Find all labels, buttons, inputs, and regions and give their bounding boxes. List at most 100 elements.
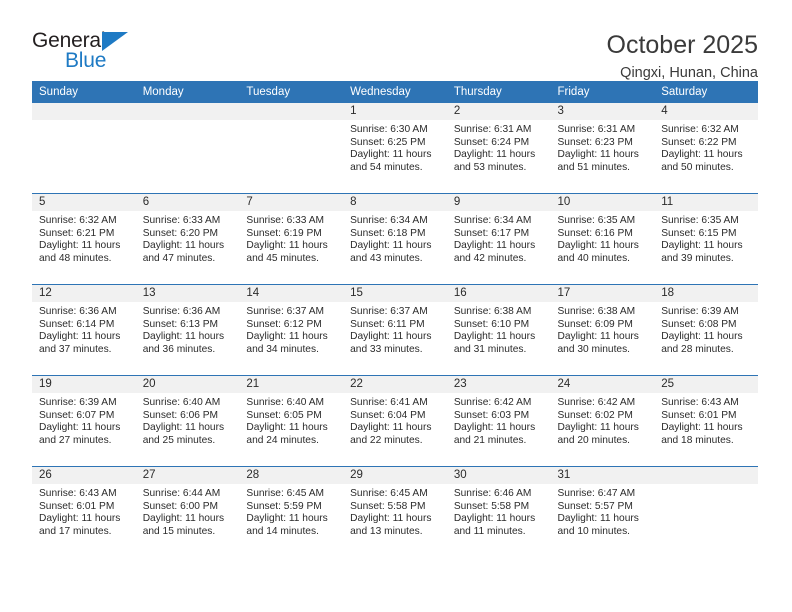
day-sunrise-text: Sunrise: 6:35 AM — [557, 215, 636, 226]
calendar-day-cell[interactable]: 13 Sunrise: 6:36 AM Sunset: 6:13 PM Dayligh… — [135, 285, 240, 376]
calendar-day-cell[interactable]: 22 Sunrise: 6:41 AM Sunset: 6:04 PM Dayligh… — [343, 376, 447, 467]
day-cell-inner: 1 Sunrise: 6:30 AM Sunset: 6:25 PM Daylight… — [343, 103, 447, 193]
day-number — [135, 103, 240, 120]
day-daylight2-text: and 53 minutes. — [453, 161, 527, 173]
calendar-day-cell — [239, 103, 344, 194]
day-daylight1-text: Daylight: 11 hours — [453, 240, 536, 252]
calendar-day-cell[interactable]: 25 Sunrise: 6:43 AM Sunset: 6:01 PM Dayligh… — [654, 376, 758, 467]
day-sunrise-text: Sunrise: 6:38 AM — [453, 306, 532, 317]
day-sun-info: Sunrise: 6:41 AM Sunset: 6:04 PM Daylight:… — [343, 393, 447, 447]
calendar-day-cell[interactable]: 26 Sunrise: 6:43 AM Sunset: 6:01 PM Dayligh… — [32, 467, 136, 558]
day-sunrise-text: Sunrise: 6:32 AM — [661, 124, 739, 135]
weekday-header-row: Sunday Monday Tuesday Wednesday Thursday… — [32, 81, 758, 103]
day-sun-info: Sunrise: 6:45 AM Sunset: 5:58 PM Daylight:… — [343, 484, 447, 538]
day-daylight2-text: and 36 minutes. — [142, 343, 216, 355]
day-sun-info: Sunrise: 6:40 AM Sunset: 6:06 PM Daylight:… — [136, 393, 240, 447]
calendar-day-cell[interactable]: 9 Sunrise: 6:34 AM Sunset: 6:17 PM Daylight… — [446, 194, 551, 285]
calendar-day-cell[interactable]: 11 Sunrise: 6:35 AM Sunset: 6:15 PM Dayligh… — [654, 194, 758, 285]
calendar-day-cell[interactable]: 6 Sunrise: 6:33 AM Sunset: 6:20 PM Daylight… — [135, 194, 240, 285]
day-cell-inner: 10 Sunrise: 6:35 AM Sunset: 6:16 PM Dayligh… — [550, 194, 655, 284]
day-daylight2-text: and 54 minutes. — [350, 161, 423, 173]
day-sunrise-text: Sunrise: 6:43 AM — [661, 397, 739, 408]
calendar-day-cell — [654, 467, 758, 558]
day-daylight2-text: and 39 minutes. — [661, 252, 734, 264]
calendar-day-cell[interactable]: 24 Sunrise: 6:42 AM Sunset: 6:02 PM Dayligh… — [550, 376, 655, 467]
day-sunrise-text: Sunrise: 6:47 AM — [557, 488, 636, 499]
day-daylight1-text: Daylight: 11 hours — [557, 240, 639, 252]
calendar-day-cell[interactable]: 14 Sunrise: 6:37 AM Sunset: 6:12 PM Dayligh… — [239, 285, 344, 376]
day-daylight2-text: and 31 minutes. — [453, 343, 527, 355]
calendar-day-cell[interactable]: 20 Sunrise: 6:40 AM Sunset: 6:06 PM Dayligh… — [135, 376, 240, 467]
calendar-day-cell[interactable]: 18 Sunrise: 6:39 AM Sunset: 6:08 PM Dayligh… — [654, 285, 758, 376]
calendar-day-cell[interactable]: 10 Sunrise: 6:35 AM Sunset: 6:16 PM Dayligh… — [550, 194, 655, 285]
calendar-day-cell[interactable]: 19 Sunrise: 6:39 AM Sunset: 6:07 PM Dayligh… — [32, 376, 136, 467]
day-sunset-text: Sunset: 6:13 PM — [142, 318, 219, 330]
day-daylight1-text: Daylight: 11 hours — [661, 331, 743, 343]
day-number: 26 — [32, 467, 136, 484]
day-daylight2-text: and 22 minutes. — [350, 434, 423, 446]
day-sun-info: Sunrise: 6:36 AM Sunset: 6:14 PM Daylight:… — [32, 302, 136, 356]
weekday-header-saturday: Saturday — [654, 81, 758, 103]
day-cell-inner: 5 Sunrise: 6:32 AM Sunset: 6:21 PM Daylight… — [32, 194, 136, 284]
day-sunset-text: Sunset: 5:58 PM — [453, 500, 530, 512]
day-daylight2-text: and 43 minutes. — [350, 252, 423, 264]
day-sun-info: Sunrise: 6:31 AM Sunset: 6:23 PM Daylight:… — [551, 120, 655, 174]
day-sunrise-text: Sunrise: 6:42 AM — [557, 397, 636, 408]
day-cell-inner: 25 Sunrise: 6:43 AM Sunset: 6:01 PM Dayligh… — [654, 376, 758, 466]
day-sunrise-text: Sunrise: 6:34 AM — [350, 215, 428, 226]
day-sunrise-text: Sunrise: 6:37 AM — [350, 306, 428, 317]
calendar-day-cell[interactable]: 7 Sunrise: 6:33 AM Sunset: 6:19 PM Daylight… — [239, 194, 344, 285]
day-daylight1-text: Daylight: 11 hours — [39, 422, 121, 434]
day-sunset-text: Sunset: 5:57 PM — [557, 500, 633, 512]
day-number: 29 — [343, 467, 447, 484]
day-daylight2-text: and 10 minutes. — [557, 525, 631, 537]
brand-logo[interactable]: General Blue — [32, 30, 140, 76]
calendar-day-cell[interactable]: 23 Sunrise: 6:42 AM Sunset: 6:03 PM Dayligh… — [446, 376, 551, 467]
calendar-day-cell[interactable]: 15 Sunrise: 6:37 AM Sunset: 6:11 PM Dayligh… — [343, 285, 447, 376]
day-number: 19 — [32, 376, 136, 393]
day-number: 7 — [239, 194, 344, 211]
day-daylight1-text: Daylight: 11 hours — [246, 331, 328, 343]
day-sunrise-text: Sunrise: 6:40 AM — [142, 397, 221, 408]
day-daylight1-text: Daylight: 11 hours — [557, 513, 639, 525]
day-cell-inner: 11 Sunrise: 6:35 AM Sunset: 6:15 PM Dayligh… — [654, 194, 758, 284]
day-sun-info: Sunrise: 6:33 AM Sunset: 6:20 PM Daylight:… — [136, 211, 240, 265]
day-number — [654, 467, 758, 484]
day-cell-inner: 27 Sunrise: 6:44 AM Sunset: 6:00 PM Dayligh… — [135, 467, 240, 557]
day-cell-inner: 29 Sunrise: 6:45 AM Sunset: 5:58 PM Dayligh… — [343, 467, 447, 557]
calendar-day-cell[interactable]: 2 Sunrise: 6:31 AM Sunset: 6:24 PM Daylight… — [446, 103, 551, 194]
calendar-day-cell[interactable]: 1 Sunrise: 6:30 AM Sunset: 6:25 PM Daylight… — [343, 103, 447, 194]
calendar-day-cell[interactable]: 4 Sunrise: 6:32 AM Sunset: 6:22 PM Daylight… — [654, 103, 758, 194]
day-sunrise-text: Sunrise: 6:31 AM — [453, 124, 532, 135]
calendar-day-cell[interactable]: 8 Sunrise: 6:34 AM Sunset: 6:18 PM Daylight… — [343, 194, 447, 285]
calendar-day-cell[interactable]: 27 Sunrise: 6:44 AM Sunset: 6:00 PM Dayligh… — [135, 467, 240, 558]
calendar-week-row: 19 Sunrise: 6:39 AM Sunset: 6:07 PM Dayligh… — [32, 375, 758, 467]
day-sunset-text: Sunset: 6:23 PM — [557, 136, 633, 148]
day-sun-info: Sunrise: 6:35 AM Sunset: 6:15 PM Daylight:… — [654, 211, 758, 265]
calendar-day-cell[interactable]: 28 Sunrise: 6:45 AM Sunset: 5:59 PM Dayligh… — [239, 467, 344, 558]
day-daylight1-text: Daylight: 11 hours — [39, 240, 121, 252]
calendar-day-cell[interactable]: 31 Sunrise: 6:47 AM Sunset: 5:57 PM Dayligh… — [550, 467, 655, 558]
day-cell-inner: 30 Sunrise: 6:46 AM Sunset: 5:58 PM Dayligh… — [446, 467, 551, 557]
day-number: 23 — [446, 376, 551, 393]
calendar-day-cell[interactable]: 5 Sunrise: 6:32 AM Sunset: 6:21 PM Daylight… — [32, 194, 136, 285]
calendar-day-cell[interactable]: 16 Sunrise: 6:38 AM Sunset: 6:10 PM Dayligh… — [446, 285, 551, 376]
day-sunset-text: Sunset: 6:10 PM — [453, 318, 530, 330]
calendar-day-cell[interactable]: 21 Sunrise: 6:40 AM Sunset: 6:05 PM Dayligh… — [239, 376, 344, 467]
day-daylight2-text: and 50 minutes. — [661, 161, 734, 173]
day-daylight1-text: Daylight: 11 hours — [557, 149, 639, 161]
day-daylight2-text: and 13 minutes. — [350, 525, 423, 537]
weekday-header-thursday: Thursday — [446, 81, 551, 103]
calendar-page: General Blue October 2025 Qingxi, Hunan,… — [0, 0, 792, 612]
calendar-day-cell[interactable]: 12 Sunrise: 6:36 AM Sunset: 6:14 PM Dayligh… — [32, 285, 136, 376]
day-daylight1-text: Daylight: 11 hours — [350, 240, 432, 252]
calendar-day-cell[interactable]: 30 Sunrise: 6:46 AM Sunset: 5:58 PM Dayligh… — [446, 467, 551, 558]
day-sunset-text: Sunset: 5:59 PM — [246, 500, 322, 512]
day-daylight2-text: and 47 minutes. — [142, 252, 216, 264]
calendar-day-cell[interactable]: 29 Sunrise: 6:45 AM Sunset: 5:58 PM Dayligh… — [343, 467, 447, 558]
calendar-day-cell[interactable]: 3 Sunrise: 6:31 AM Sunset: 6:23 PM Daylight… — [550, 103, 655, 194]
day-sun-info: Sunrise: 6:39 AM Sunset: 6:08 PM Daylight:… — [654, 302, 758, 356]
calendar-day-cell[interactable]: 17 Sunrise: 6:38 AM Sunset: 6:09 PM Dayligh… — [550, 285, 655, 376]
day-sunset-text: Sunset: 6:15 PM — [661, 227, 737, 239]
day-sun-info: Sunrise: 6:33 AM Sunset: 6:19 PM Daylight:… — [239, 211, 343, 265]
